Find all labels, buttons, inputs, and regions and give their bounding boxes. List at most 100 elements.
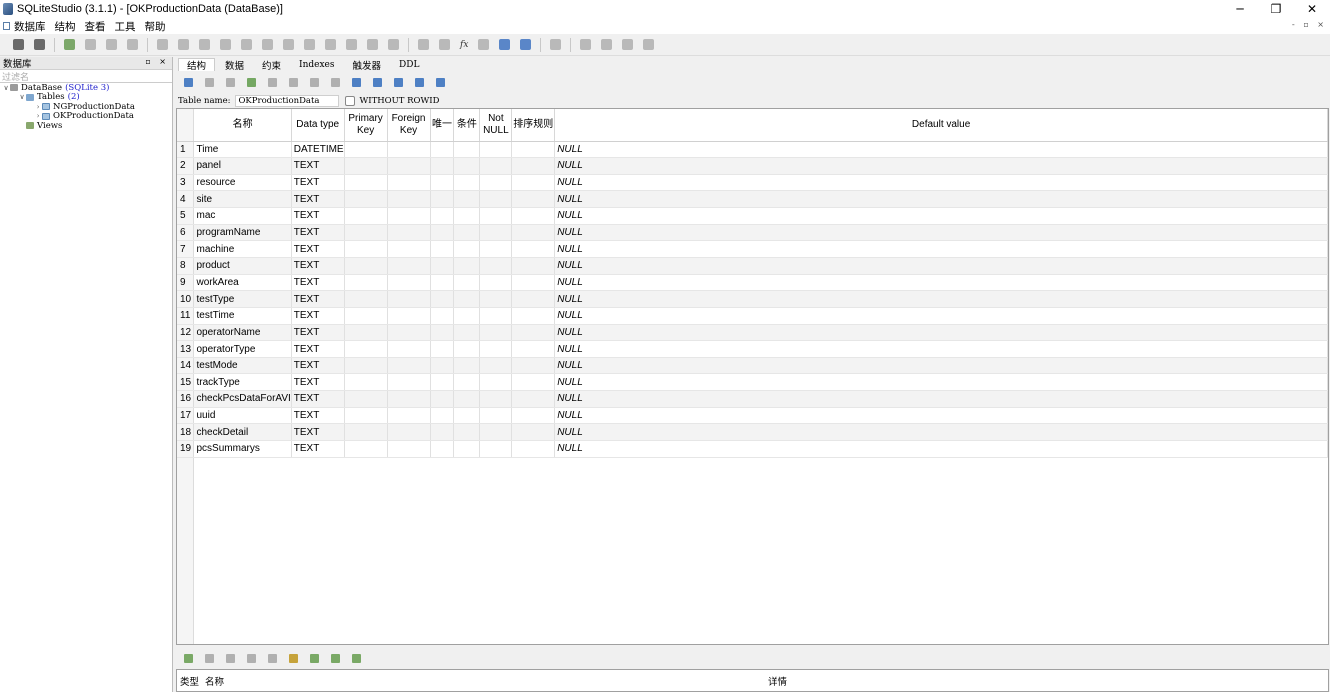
collapse-arrow-icon[interactable]: ∨	[18, 93, 26, 101]
minimize-button[interactable]: ─	[1222, 0, 1258, 18]
data-type-cell[interactable]: TEXT	[291, 290, 345, 308]
not-null-cell[interactable]	[479, 290, 513, 308]
data-type-cell[interactable]: TEXT	[291, 157, 345, 175]
add-db-icon[interactable]	[64, 39, 75, 50]
menu-structure[interactable]: 结构	[55, 19, 76, 34]
constraints-header-name[interactable]: 名称	[205, 674, 224, 688]
unique-cell[interactable]	[430, 174, 455, 192]
check-cell[interactable]	[453, 373, 481, 392]
check-cell[interactable]	[453, 440, 481, 458]
menu-view[interactable]: 查看	[85, 19, 106, 34]
primary-key-cell[interactable]	[344, 190, 388, 209]
refresh-structure-icon[interactable]	[184, 77, 193, 87]
primary-key-cell[interactable]	[344, 390, 388, 408]
table-row[interactable]: 14 testMode TEXT NULL	[177, 357, 1328, 375]
foreign-key-cell[interactable]	[387, 373, 431, 392]
not-null-cell[interactable]	[479, 440, 513, 458]
data-type-cell[interactable]: TEXT	[291, 207, 345, 225]
not-null-cell[interactable]	[479, 174, 513, 192]
column-name-cell[interactable]: mac	[193, 207, 292, 225]
not-null-cell[interactable]	[479, 357, 513, 375]
foreign-key-cell[interactable]	[387, 207, 431, 225]
primary-key-cell[interactable]	[344, 307, 388, 325]
unique-cell[interactable]	[430, 407, 455, 425]
default-value-cell[interactable]: NULL	[554, 224, 1328, 242]
sql-editor-icon[interactable]	[418, 39, 429, 50]
delete-column-icon[interactable]	[289, 77, 298, 87]
column-name-cell[interactable]: uuid	[193, 407, 292, 425]
unique-cell[interactable]	[430, 340, 455, 358]
create-similar-icon[interactable]	[415, 77, 424, 87]
foreign-key-cell[interactable]	[387, 340, 431, 358]
edit-index-icon[interactable]	[241, 39, 252, 50]
import-icon[interactable]	[499, 39, 511, 50]
not-null-cell[interactable]	[479, 423, 513, 442]
table-row[interactable]: 16 checkPcsDataForAVI TEXT NULL	[177, 390, 1328, 408]
tree-item-table[interactable]: › OKProductionData	[0, 111, 172, 121]
expand-arrow-icon[interactable]: ›	[34, 103, 42, 111]
tab-triggers[interactable]: 触发器	[345, 58, 390, 72]
default-value-cell[interactable]: NULL	[554, 207, 1328, 225]
unique-cell[interactable]	[430, 440, 455, 458]
table-row[interactable]: 7 machine TEXT NULL	[177, 240, 1328, 258]
column-name-cell[interactable]: testMode	[193, 357, 292, 375]
add-foreign-key-icon[interactable]	[310, 653, 319, 663]
column-name-cell[interactable]: site	[193, 190, 292, 209]
collate-cell[interactable]	[511, 340, 556, 358]
default-value-cell[interactable]: NULL	[554, 407, 1328, 425]
check-cell[interactable]	[453, 157, 481, 175]
commit-icon[interactable]	[205, 77, 214, 87]
restore-button[interactable]: ❐	[1258, 0, 1294, 18]
tab-indexes[interactable]: Indexes	[291, 58, 342, 71]
unique-cell[interactable]	[430, 307, 455, 325]
check-cell[interactable]	[453, 141, 481, 159]
cascade-windows-icon[interactable]	[643, 39, 655, 50]
import-table-icon[interactable]	[352, 77, 361, 87]
primary-key-cell[interactable]	[344, 440, 388, 458]
unique-cell[interactable]	[430, 257, 455, 275]
tree-item-database[interactable]: ∨ DataBase (SQLite 3)	[0, 83, 172, 93]
collate-cell[interactable]	[511, 141, 556, 159]
table-row[interactable]: 19 pcsSummarys TEXT NULL	[177, 440, 1328, 458]
header-data-type[interactable]: Data type	[291, 109, 345, 142]
collate-cell[interactable]	[511, 274, 556, 292]
data-type-cell[interactable]: TEXT	[291, 224, 345, 242]
collate-cell[interactable]	[511, 240, 556, 258]
foreign-key-cell[interactable]	[387, 190, 431, 209]
collate-cell[interactable]	[511, 157, 556, 175]
primary-key-cell[interactable]	[344, 357, 388, 375]
check-cell[interactable]	[453, 423, 481, 442]
primary-key-cell[interactable]	[344, 257, 388, 275]
primary-key-cell[interactable]	[344, 407, 388, 425]
move-column-up-icon[interactable]	[310, 77, 319, 87]
primary-key-cell[interactable]	[344, 340, 388, 358]
column-name-cell[interactable]: resource	[193, 174, 292, 192]
constraints-header-type[interactable]: 类型	[180, 674, 199, 688]
check-cell[interactable]	[453, 307, 481, 325]
header-primary-key[interactable]: Primary Key	[344, 109, 388, 142]
not-null-cell[interactable]	[479, 157, 513, 175]
not-null-cell[interactable]	[479, 274, 513, 292]
collate-cell[interactable]	[511, 307, 556, 325]
table-row[interactable]: 5 mac TEXT NULL	[177, 207, 1328, 225]
add-constraint-icon[interactable]	[184, 653, 193, 663]
check-cell[interactable]	[453, 324, 481, 342]
default-value-cell[interactable]: NULL	[554, 290, 1328, 308]
default-value-cell[interactable]: NULL	[554, 307, 1328, 325]
foreign-key-cell[interactable]	[387, 157, 431, 175]
move-column-down-icon[interactable]	[331, 77, 340, 87]
data-type-cell[interactable]: TEXT	[291, 257, 345, 275]
tab-ddl[interactable]: DDL	[391, 58, 427, 71]
foreign-key-cell[interactable]	[387, 224, 431, 242]
column-name-cell[interactable]: operatorName	[193, 324, 292, 342]
collate-cell[interactable]	[511, 290, 556, 308]
table-row[interactable]: 11 testTime TEXT NULL	[177, 307, 1328, 325]
unique-cell[interactable]	[430, 357, 455, 375]
ddl-history-icon[interactable]	[439, 39, 450, 50]
header-not-null[interactable]: Not NULL	[479, 109, 513, 142]
default-value-cell[interactable]: NULL	[554, 423, 1328, 442]
primary-key-cell[interactable]	[344, 373, 388, 392]
not-null-cell[interactable]	[479, 390, 513, 408]
table-row[interactable]: 4 site TEXT NULL	[177, 190, 1328, 209]
rollback-icon[interactable]	[226, 77, 235, 87]
